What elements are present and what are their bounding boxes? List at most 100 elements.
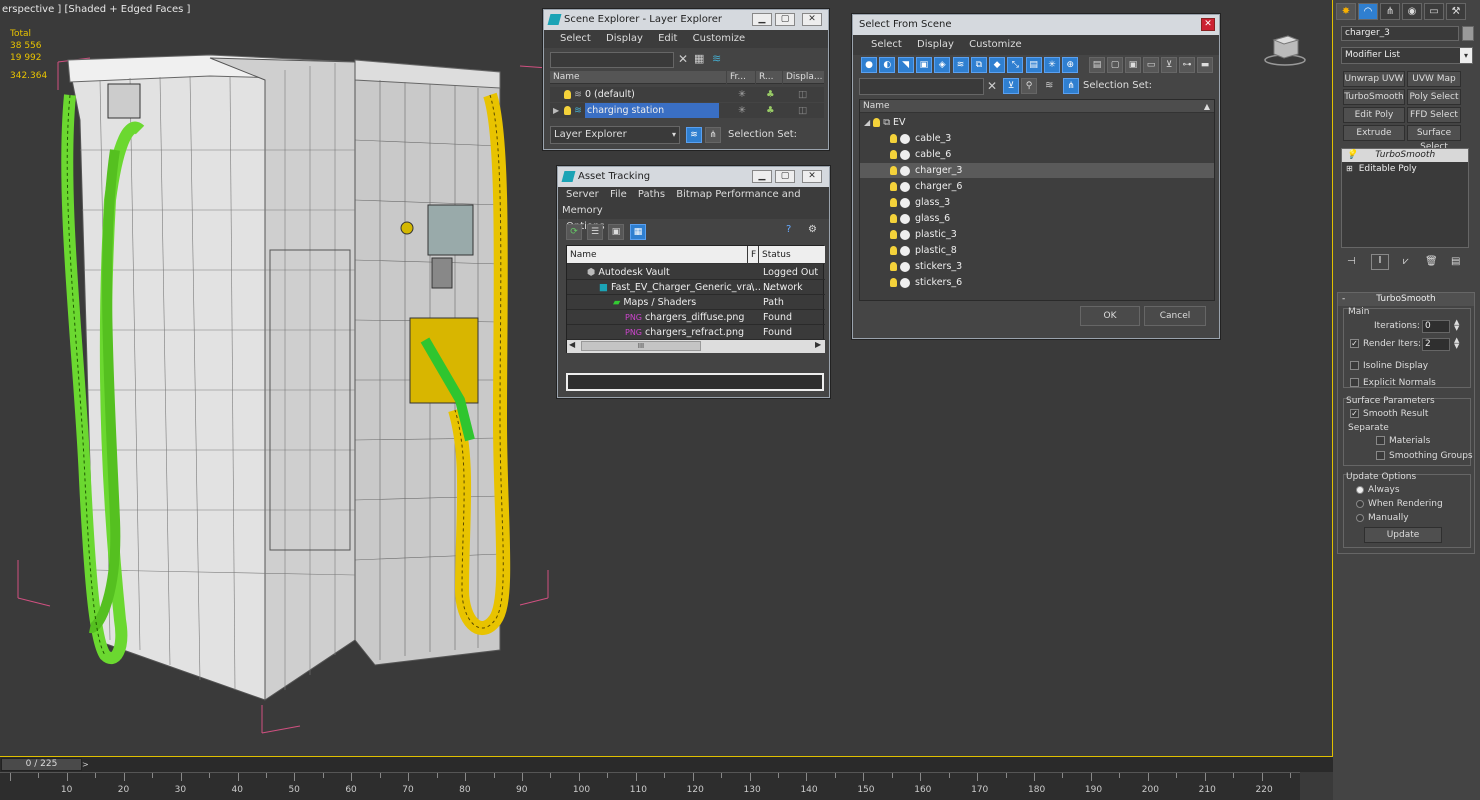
hidden-filter-icon[interactable]: ⊕ (1062, 57, 1079, 73)
edit-poly-button[interactable]: Edit Poly (1343, 107, 1405, 123)
select-children-icon[interactable]: ⊶ (1179, 57, 1195, 73)
render-iters-spinner[interactable]: 2 (1422, 338, 1450, 351)
spinner-arrows-icon[interactable]: ▲ ▼ (1454, 337, 1459, 350)
object-item[interactable]: plastic_3 (860, 227, 1214, 242)
track-bar[interactable]: 10 20 30 40 50 60 70 80 90 100 110 120 130 140 150 160 1… (0, 772, 1300, 800)
display-tab-icon[interactable]: ▭ (1424, 3, 1444, 20)
object-color-swatch[interactable] (1462, 26, 1474, 41)
asset-tracking-window[interactable]: Asset Tracking ▁ ▢ ✕ Server File Paths B… (557, 166, 830, 398)
object-item[interactable]: charger_6 (860, 179, 1214, 194)
refresh-icon[interactable]: ⟳ (566, 224, 582, 240)
pin-stack-icon[interactable]: ⊣ (1347, 256, 1356, 267)
freeze-icon[interactable]: ✳ (738, 87, 746, 102)
menu-display[interactable]: Display (600, 30, 649, 48)
utilities-tab-icon[interactable]: ⚒ (1446, 3, 1466, 20)
close-button[interactable]: ✕ (1201, 18, 1215, 31)
xrefs-filter-icon[interactable]: ◆ (989, 57, 1006, 73)
light-bulb-icon[interactable] (890, 150, 897, 159)
light-bulb-icon[interactable] (564, 90, 571, 99)
object-item[interactable]: cable_6 (860, 147, 1214, 162)
asset-table[interactable]: Name F Status ⬢ Autodesk Vault Logged Ou… (566, 245, 825, 353)
unwrap-uvw-button[interactable]: Unwrap UVW (1343, 71, 1405, 87)
scene-object-list[interactable]: Name ▲ ◢ ⧉ EV cable_3 cable_6 charger_3 char… (859, 99, 1215, 301)
teapot-icon[interactable]: ♣ (766, 87, 775, 102)
column-frozen[interactable]: Fr... (727, 71, 755, 84)
menu-paths[interactable]: Paths (634, 189, 669, 200)
light-bulb-icon[interactable] (890, 198, 897, 207)
modifier-stack[interactable]: 💡 TurboSmooth ⊞ Editable Poly (1341, 148, 1469, 248)
column-status[interactable]: Status (759, 246, 825, 264)
menu-customize[interactable]: Customize (963, 35, 1028, 55)
find-filter-icon[interactable]: ▦ (694, 52, 704, 65)
stack-item-editable-poly[interactable]: ⊞ Editable Poly (1342, 162, 1468, 175)
viewport-label[interactable]: erspective ] [Shaded + Edged Faces ] (2, 4, 190, 15)
menu-edit[interactable]: Edit (652, 30, 683, 48)
spacewarps-filter-icon[interactable]: ≋ (952, 57, 969, 73)
find-options-icon[interactable]: ⚲ (1021, 78, 1037, 94)
light-bulb-icon[interactable] (890, 134, 897, 143)
object-item[interactable]: glass_6 (860, 211, 1214, 226)
list-all-icon[interactable]: ▤ (1089, 57, 1105, 73)
column-options-icon[interactable]: ▭ (1143, 57, 1159, 73)
select-from-scene-titlebar[interactable]: Select From Scene ✕ (853, 15, 1219, 35)
light-bulb-icon[interactable] (890, 230, 897, 239)
list-none-icon[interactable]: ▢ (1107, 57, 1123, 73)
object-item[interactable]: glass_3 (860, 195, 1214, 210)
expand-arrow-icon[interactable]: ▶ (553, 103, 559, 118)
display-icon[interactable]: ◫ (798, 87, 807, 102)
shapes-filter-icon[interactable]: ◐ (879, 57, 896, 73)
remove-modifier-icon[interactable]: 🗑 (1425, 256, 1438, 267)
asset-row[interactable]: ■ Fast_EV_Charger_Generic_vra... \ Netwo… (567, 280, 825, 308)
viewcube-icon[interactable] (1262, 30, 1308, 66)
column-name[interactable]: Name (567, 246, 747, 264)
create-tab-icon[interactable]: ✸ (1336, 3, 1356, 20)
ffd-select-button[interactable]: FFD Select (1407, 107, 1461, 123)
materials-checkbox[interactable]: Materials (1376, 436, 1430, 446)
invert-list-icon[interactable]: ▣ (1125, 57, 1141, 73)
make-unique-icon[interactable]: ⩗ (1403, 256, 1409, 267)
update-button[interactable]: Update (1364, 527, 1442, 543)
smoothing-groups-checkbox[interactable]: Smoothing Groups (1376, 451, 1473, 461)
time-slider-track[interactable] (0, 757, 1333, 772)
surface-select-button[interactable]: Surface Select (1407, 125, 1461, 152)
clear-search-icon[interactable]: ✕ (678, 52, 688, 66)
iterations-spinner[interactable]: 0 (1422, 320, 1450, 333)
object-item[interactable]: charger_3 (860, 163, 1214, 178)
cancel-button[interactable]: Cancel (1144, 306, 1206, 326)
manually-radio[interactable]: Manually (1356, 513, 1409, 523)
display-icon[interactable]: ◫ (798, 103, 807, 118)
helpers-filter-icon[interactable]: ◈ (934, 57, 951, 73)
scene-explorer-window[interactable]: Scene Explorer - Layer Explorer ▁ ▢ ✕ Se… (543, 9, 829, 150)
hierarchy-icon[interactable]: ⋔ (705, 127, 721, 143)
maximize-button[interactable]: ▢ (775, 13, 795, 26)
column-name[interactable]: Name (550, 71, 726, 84)
light-bulb-icon[interactable] (890, 246, 897, 255)
render-iters-checkbox[interactable]: ✓ Render Iters: (1350, 339, 1421, 349)
close-button[interactable]: ✕ (802, 13, 822, 26)
freeze-icon[interactable]: ✳ (738, 103, 746, 118)
time-slider-thumb[interactable]: 0 / 225 (1, 758, 82, 771)
uvw-map-button[interactable]: UVW Map (1407, 71, 1461, 87)
column-renderable[interactable]: R... (756, 71, 782, 84)
settings-icon[interactable]: ⚙ (808, 224, 817, 235)
help-icon[interactable]: ? (786, 224, 791, 235)
expand-plus-icon[interactable]: ⊞ (1346, 164, 1353, 173)
smooth-result-checkbox[interactable]: ✓ Smooth Result (1350, 409, 1428, 419)
close-button[interactable]: ✕ (802, 170, 822, 183)
thumbnail-view-icon[interactable]: ▣ (608, 224, 624, 240)
object-item[interactable]: plastic_8 (860, 243, 1214, 258)
scroll-thumb[interactable]: III (581, 341, 701, 351)
scroll-right-icon[interactable]: ▶ (815, 340, 821, 349)
hierarchy-tab-icon[interactable]: ⋔ (1380, 3, 1400, 20)
show-end-result-icon[interactable]: Ⅰ (1371, 254, 1389, 270)
explicit-normals-checkbox[interactable]: Explicit Normals (1350, 378, 1436, 388)
find-input[interactable] (859, 78, 984, 95)
object-item[interactable]: stickers_6 (860, 275, 1214, 290)
modify-tab-icon[interactable]: ◠ (1358, 3, 1378, 20)
search-input[interactable] (550, 52, 674, 68)
scroll-left-icon[interactable]: ◀ (569, 340, 575, 349)
modifier-list-dropdown[interactable]: Modifier List ▾ (1341, 47, 1473, 64)
cameras-filter-icon[interactable]: ▣ (915, 57, 932, 73)
list-view-icon[interactable]: ☰ (587, 224, 603, 240)
asset-path-field[interactable] (566, 373, 824, 391)
